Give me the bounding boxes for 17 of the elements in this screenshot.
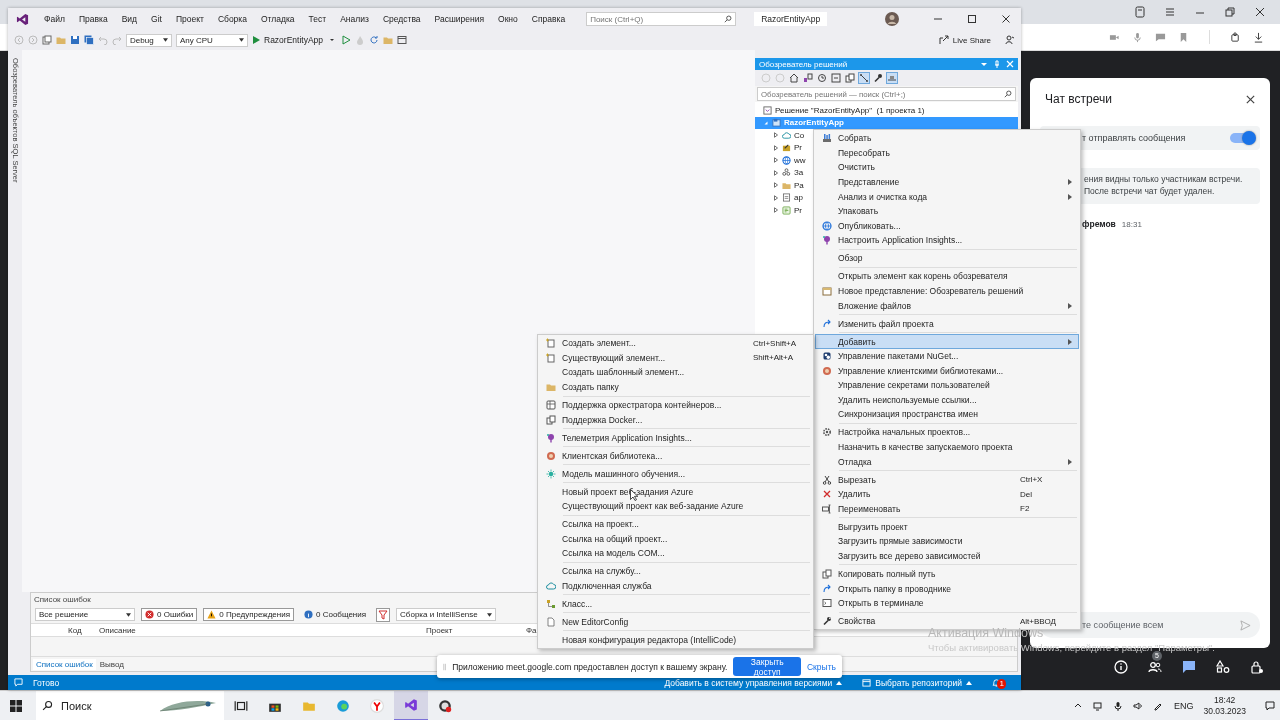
solution-name: RazorEntityApp [754,12,828,26]
shortcut-text: Ctrl+Shift+A [753,338,798,348]
notification-text: Приложению meet.google.com предоставлен доступ к вашему экрану. [452,661,728,672]
shortcut-text: Ctrl+X [1020,475,1044,485]
permission-label: т отправлять сообщения [1082,133,1187,143]
status-text: Готово [33,677,60,688]
panel-title: Список ошибок [34,595,91,604]
shortcut-text: Del [1020,489,1033,499]
shortcut-text: Shift+Alt+A [753,353,795,363]
notice-text: ения видны только участникам встречи. [1084,173,1244,185]
notice-text: После встречи чат будет удален. [1084,185,1216,197]
notification-badge: 1 [997,679,1007,689]
message-time: 18:31 [1121,220,1142,229]
shortcut-text: F2 [1020,504,1031,514]
chat-title: Чат встречи [1045,92,1113,106]
message-author: фремов [1082,219,1116,229]
panel-title: Обозреватель решений [759,59,848,69]
